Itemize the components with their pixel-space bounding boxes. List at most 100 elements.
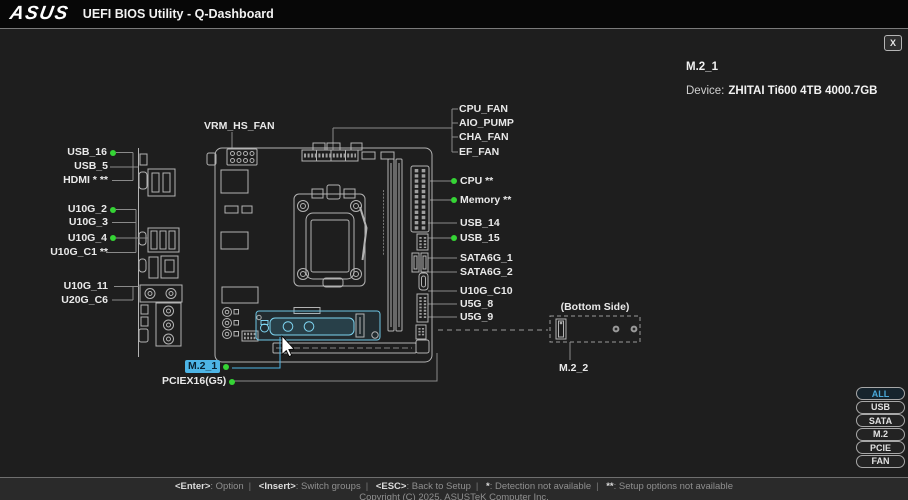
label-text: U10G_2 — [68, 203, 107, 216]
label-text: USB_14 — [460, 217, 500, 230]
hint-desc: : Back to Setup — [406, 481, 470, 492]
m2-slot-highlighted[interactable] — [256, 308, 380, 341]
selected-device-info: Device: ZHITAI Ti600 4TB 4000.7GB — [686, 85, 878, 97]
header-label-cpu-fan[interactable]: CPU_FAN — [459, 103, 508, 116]
bios-qdashboard-screen: ASUS UEFI BIOS Utility - Q-Dashboard X M… — [0, 0, 908, 500]
label-text: USB_16 — [67, 146, 107, 159]
port-label-sata6g-2[interactable]: SATA6G_2 — [451, 266, 513, 279]
label-text: U10G_4 — [68, 232, 107, 245]
label-text: EF_FAN — [459, 146, 499, 159]
asus-logo: ASUS — [8, 3, 71, 25]
port-label-hdmi[interactable]: HDMI * ** — [63, 174, 108, 187]
slot-label-pciex16[interactable]: PCIEX16(G5) — [162, 375, 235, 388]
label-text: U20G_C6 — [61, 294, 108, 307]
bottom-side-caption: (Bottom Side) — [550, 301, 640, 314]
label-text: CHA_FAN — [459, 131, 509, 144]
port-label-u10g-c10[interactable]: U10G_C10 — [451, 285, 513, 298]
header-label-cha-fan[interactable]: CHA_FAN — [459, 131, 509, 144]
port-label-u10g-2[interactable]: U10G_2 — [68, 203, 116, 216]
port-label-u10g-4[interactable]: U10G_4 — [68, 232, 116, 245]
rear-io-panel — [139, 148, 183, 357]
port-label-u5g-9[interactable]: U5G_9 — [451, 311, 493, 324]
hint-desc: : Setup options not available — [614, 481, 733, 492]
header-label-vrm-hs-fan[interactable]: VRM_HS_FAN — [204, 120, 275, 133]
label-text: USB_5 — [74, 160, 108, 173]
status-dot-icon — [451, 235, 457, 241]
close-button[interactable]: X — [884, 35, 902, 51]
label-text: U5G_8 — [460, 298, 493, 311]
hint-key: ** — [606, 481, 613, 492]
selected-device-title: M.2_1 — [686, 61, 718, 73]
port-label-u20g-c6[interactable]: U20G_C6 — [61, 294, 108, 307]
label-connector-lines — [106, 109, 458, 317]
ram-slots — [384, 159, 403, 331]
cpu-socket — [294, 185, 367, 287]
right-edge-headers — [412, 234, 428, 339]
hint-key: <Enter> — [175, 481, 210, 492]
filter-button-sata[interactable]: SATA — [856, 414, 905, 427]
port-label-usb-5[interactable]: USB_5 — [74, 160, 108, 173]
board-outline — [207, 148, 432, 362]
slot-label-m2-2[interactable]: M.2_2 — [559, 362, 588, 375]
port-label-sata6g-1[interactable]: SATA6G_1 — [451, 252, 513, 265]
label-text: U10G_C1 ** — [50, 246, 108, 259]
hint-desc: : Option — [210, 481, 243, 492]
hint-separator: | — [596, 481, 598, 492]
slot-label-m2-1-selected[interactable]: M.2_1 — [185, 360, 229, 373]
filter-button-usb[interactable]: USB — [856, 401, 905, 414]
port-label-usb-14[interactable]: USB_14 — [451, 217, 500, 230]
filter-button-m2[interactable]: M.2 — [856, 428, 905, 441]
label-text: U5G_9 — [460, 311, 493, 324]
component-label-memory[interactable]: Memory ** — [451, 194, 511, 207]
port-label-u10g-11[interactable]: U10G_11 — [64, 280, 108, 293]
close-icon: X — [890, 38, 896, 48]
status-dot-icon — [451, 178, 457, 184]
hint-key: <ESC> — [376, 481, 407, 492]
filter-button-pcie[interactable]: PCIE — [856, 441, 905, 454]
label-text: U10G_3 — [69, 216, 108, 229]
filter-button-all[interactable]: ALL — [856, 387, 905, 400]
mouse-cursor — [282, 336, 294, 357]
atx-24pin-connector — [411, 166, 429, 232]
label-text: U10G_C10 — [460, 285, 513, 298]
port-label-usb-15[interactable]: USB_15 — [451, 232, 500, 245]
footer-bar: <Enter>: Option | <Insert>: Switch groups… — [0, 477, 908, 500]
component-label-cpu[interactable]: CPU ** — [451, 175, 493, 188]
label-text: M.2_2 — [559, 362, 588, 375]
status-dot-icon — [451, 197, 457, 203]
hint-separator: | — [249, 481, 251, 492]
label-text: CPU ** — [460, 175, 493, 188]
label-text: USB_15 — [460, 232, 500, 245]
port-label-u10g-3[interactable]: U10G_3 — [69, 216, 108, 229]
status-dot-icon — [110, 235, 116, 241]
device-prefix: Device: — [686, 85, 724, 97]
label-text: PCIEX16(G5) — [162, 375, 226, 388]
selection-lines — [232, 337, 437, 381]
header-label-aio-pump[interactable]: AIO_PUMP — [459, 117, 514, 130]
motherboard-diagram — [0, 0, 908, 500]
board-components — [221, 170, 258, 341]
top-bar: ASUS UEFI BIOS Utility - Q-Dashboard — [0, 0, 908, 29]
label-text: CPU_FAN — [459, 103, 508, 116]
copyright-text: Copyright (C) 2025, ASUSTeK Computer Inc… — [0, 492, 908, 500]
power-and-fan-headers — [227, 143, 394, 165]
selected-label-text: M.2_1 — [185, 360, 220, 373]
filter-button-fan[interactable]: FAN — [856, 455, 905, 468]
status-dot-icon — [223, 364, 229, 370]
port-label-usb-16[interactable]: USB_16 — [67, 146, 116, 159]
label-text: AIO_PUMP — [459, 117, 514, 130]
status-dot-icon — [229, 379, 235, 385]
page-title: UEFI BIOS Utility - Q-Dashboard — [83, 7, 274, 21]
label-text: SATA6G_2 — [460, 266, 513, 279]
device-value: ZHITAI Ti600 4TB 4000.7GB — [728, 85, 877, 97]
status-dot-icon — [110, 207, 116, 213]
header-label-ef-fan[interactable]: EF_FAN — [459, 146, 499, 159]
hint-key: <Insert> — [259, 481, 296, 492]
port-label-u10g-c1[interactable]: U10G_C1 ** — [50, 246, 108, 259]
port-label-u5g-8[interactable]: U5G_8 — [451, 298, 493, 311]
label-text: SATA6G_1 — [460, 252, 513, 265]
hint-separator: | — [366, 481, 368, 492]
label-text: Memory ** — [460, 194, 511, 207]
hint-desc: : Switch groups — [296, 481, 361, 492]
hint-desc: : Detection not available — [490, 481, 591, 492]
